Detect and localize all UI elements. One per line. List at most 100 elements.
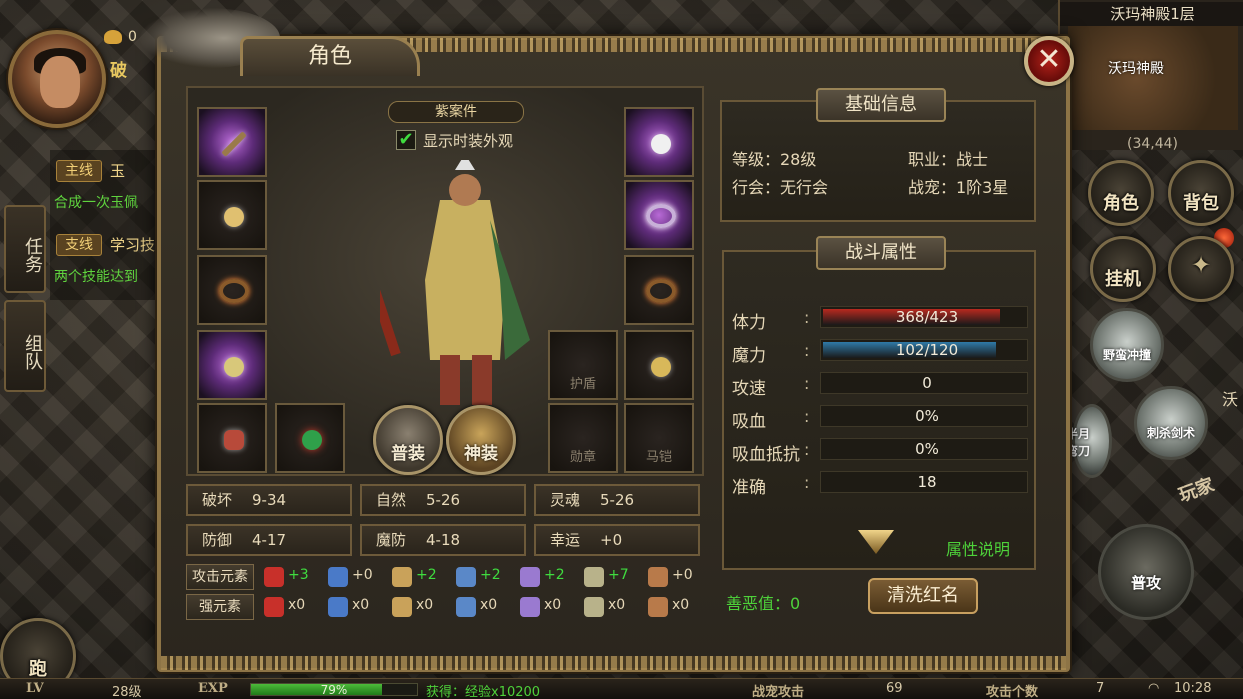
stat-luck: 幸运 +0: [534, 524, 700, 556]
element-value: +2: [544, 567, 565, 583]
dialog-title: 角色: [240, 36, 420, 76]
battle-row-value: 368/423: [895, 308, 959, 326]
normal-equip-label: 普装: [391, 444, 425, 464]
element-icon: [584, 567, 604, 587]
basic-info-header: 基础信息: [816, 88, 946, 122]
stat-key: 灵魂: [550, 491, 581, 509]
equip-slot-necklace[interactable]: [624, 107, 694, 177]
battle-row-value: 0%: [915, 440, 939, 458]
battle-stats-box: 体力: 368/423 魔力: 102/120 攻速: 0 吸血: 0% 吸血抵抗: 0% 准确: 1…: [722, 250, 1036, 570]
weapon-icon: [221, 131, 247, 157]
equip-slot-helmet[interactable]: [197, 180, 267, 250]
battle-row-label: 准确: [732, 478, 766, 498]
attribute-help-link[interactable]: 属性说明: [946, 536, 1010, 560]
element-icon: [392, 597, 412, 617]
stat-value: 9-34: [252, 491, 287, 509]
equip-slot-boots[interactable]: [275, 403, 345, 473]
battle-row-label: 攻速: [732, 379, 766, 399]
battle-row-value: 18: [917, 473, 937, 491]
battle-row-colon: :: [804, 374, 810, 393]
battle-row: 攻速: 0: [724, 372, 1034, 399]
normal-equip-button[interactable]: 普装: [373, 405, 443, 475]
battle-row: 准确: 18: [724, 471, 1034, 498]
stat-nature: 自然 5-26: [360, 484, 526, 516]
karma-value: 善恶值：0: [726, 594, 801, 613]
bracelet-icon: [224, 357, 244, 377]
equip-slot-ring-right[interactable]: [624, 255, 694, 325]
stat-soul: 灵魂 5-26: [534, 484, 700, 516]
ring-icon: [219, 279, 249, 303]
dialog-bottom-border: [161, 656, 1066, 670]
info-pet: 战宠：1阶3星: [908, 178, 1009, 197]
element-icon: [264, 567, 284, 587]
equip-slot-amulet[interactable]: [624, 180, 694, 250]
role-button-label: 角色: [1103, 193, 1139, 214]
tab-quest[interactable]: 任务: [4, 205, 46, 293]
tab-team[interactable]: 组队: [4, 300, 46, 392]
stat-key: 破坏: [202, 491, 233, 509]
medal-slot-label: 勋章: [569, 450, 596, 465]
gold-count: 0: [128, 29, 137, 45]
necklace-icon: [651, 134, 671, 154]
bag-button-label: 背包: [1183, 193, 1219, 214]
helmet-plume-shape: [455, 160, 475, 170]
element-icon: [328, 597, 348, 617]
strong-elements-label: 强元素: [186, 594, 254, 620]
pet-attack-label: 战宠攻击: [752, 685, 805, 699]
compass-button[interactable]: ✦: [1168, 236, 1234, 302]
element-icon: [264, 597, 284, 617]
element-value: +2: [480, 567, 501, 583]
exp-percent: 79%: [320, 683, 348, 697]
attack-elements-row: 攻击元素 +3 +0 +2 +2 +2 +7 +0: [186, 562, 704, 592]
attack-elements-label: 攻击元素: [186, 564, 254, 590]
equip-slot-medal[interactable]: 勋章: [548, 403, 618, 473]
element-value: x0: [416, 597, 434, 613]
battle-row: 体力: 368/423: [724, 306, 1034, 333]
map-name: 沃玛神殿1层: [1060, 2, 1243, 26]
outfit-name[interactable]: 紫案件: [388, 101, 524, 123]
equip-slot-bracelet-right[interactable]: [624, 330, 694, 400]
equip-slot-ring-left[interactable]: [197, 255, 267, 325]
exp-label: EXP: [198, 681, 228, 696]
boots-icon: [302, 430, 322, 450]
god-equip-button[interactable]: 神装: [446, 405, 516, 475]
minimap-view[interactable]: 沃玛神殿: [1068, 26, 1238, 130]
close-button[interactable]: ✕: [1024, 36, 1074, 86]
equip-slot-bracelet-left[interactable]: [197, 330, 267, 400]
show-fashion-checkbox[interactable]: ✔: [396, 130, 416, 150]
role-button[interactable]: 角色: [1088, 160, 1154, 226]
auto-battle-button[interactable]: 挂机: [1090, 236, 1156, 302]
skill-sword-label: 刺杀剑术: [1146, 426, 1195, 440]
player-portrait[interactable]: [8, 30, 106, 128]
battle-row-value: 0%: [915, 407, 939, 425]
skill-halfmoon-button[interactable]: 半月弯刀: [1066, 404, 1112, 478]
element-icon: [648, 567, 668, 587]
stat-value: 5-26: [426, 491, 461, 509]
equip-slot-shield[interactable]: 护盾: [548, 330, 618, 400]
info-job: 职业：战士: [908, 150, 989, 169]
equip-slot-horse-armor[interactable]: 马铠: [624, 403, 694, 473]
battle-row-label: 体力: [732, 313, 766, 333]
battle-row-colon: :: [804, 308, 810, 327]
clear-red-name-button[interactable]: 清洗红名: [868, 578, 978, 614]
quest-tracker[interactable]: 主线 玉 合成一次玉佩 支线 学习技 两个技能达到: [50, 150, 162, 300]
battle-row-colon: :: [804, 341, 810, 360]
stat-key: 防御: [202, 531, 233, 549]
skill-sword-button[interactable]: 刺杀剑术: [1134, 386, 1208, 460]
battle-row-colon: :: [804, 473, 810, 492]
info-guild: 行会：无行会: [732, 178, 829, 197]
normal-attack-button[interactable]: 普攻: [1098, 524, 1194, 620]
battle-stats-header: 战斗属性: [816, 236, 946, 270]
skill-charge-button[interactable]: 野蛮冲撞: [1090, 308, 1164, 382]
element-value: x0: [672, 597, 690, 613]
main-quest-desc: 合成一次玉佩: [54, 195, 138, 211]
horse-armor-slot-label: 马铠: [645, 450, 672, 465]
equip-slot-weapon[interactable]: [197, 107, 267, 177]
minimap[interactable]: 沃玛神殿1层 沃玛神殿 (34,44): [1058, 0, 1243, 152]
element-value: x0: [288, 597, 306, 613]
element-value: +2: [416, 567, 437, 583]
element-icon: [520, 567, 540, 587]
bag-button[interactable]: 背包: [1168, 160, 1234, 226]
equip-slot-belt[interactable]: [197, 403, 267, 473]
battle-row-track: 0%: [820, 438, 1028, 460]
